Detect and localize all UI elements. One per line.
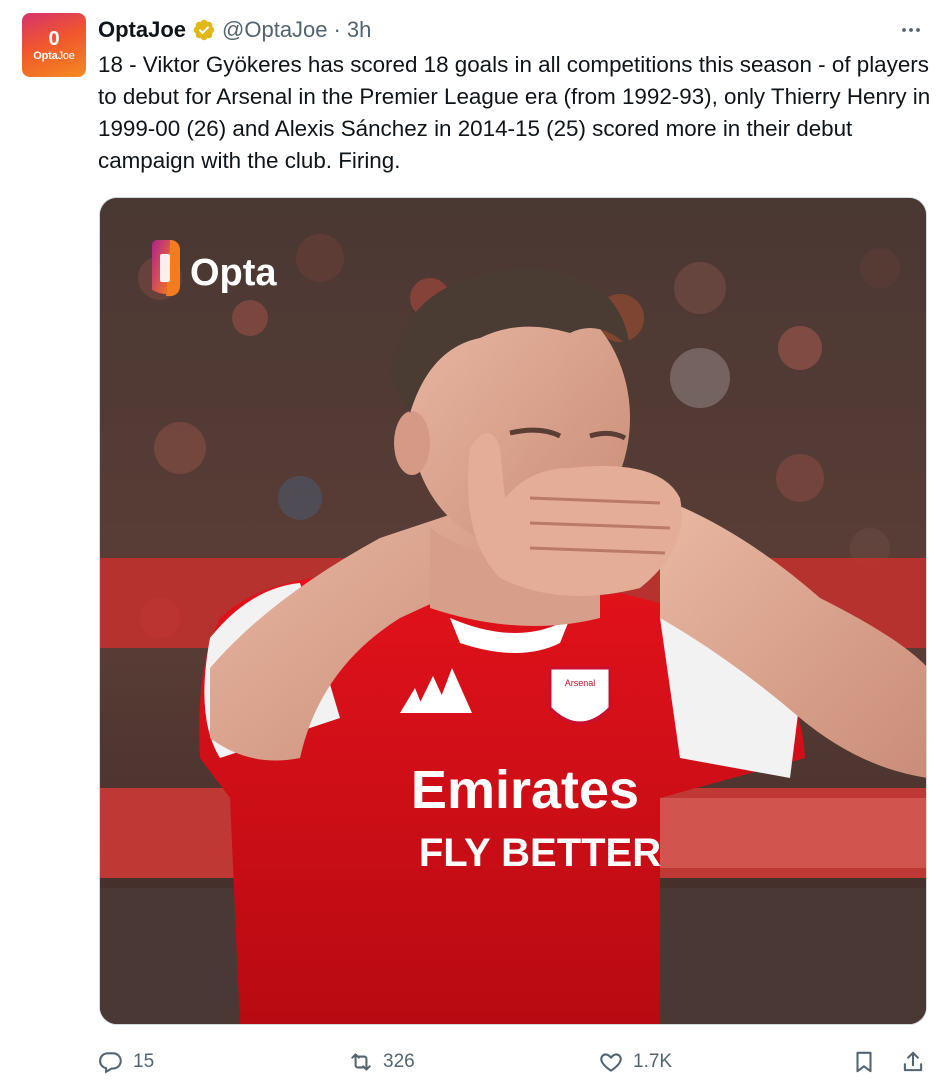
player-photo: Arsenal Emirates FLY BETTER Opta — [100, 198, 926, 1024]
tweet-text: 18 - Viktor Gyökeres has scored 18 goals… — [98, 52, 931, 173]
like-icon — [600, 1053, 622, 1072]
avatar-brand-suffix: Joe — [57, 50, 75, 62]
verified-badge-icon[interactable] — [192, 18, 216, 42]
more-icon[interactable] — [896, 15, 926, 45]
tweet-header: OptaJoe @OptaJoe · 3h — [98, 14, 371, 46]
bookmark-button[interactable] — [851, 1040, 877, 1084]
avatar-logo-mark: 0 — [48, 28, 60, 50]
share-button[interactable] — [900, 1040, 926, 1084]
tweet-media-image[interactable]: Arsenal Emirates FLY BETTER Opta — [99, 197, 927, 1025]
display-name[interactable]: OptaJoe — [98, 17, 186, 43]
tweet-card[interactable]: 0 OptaJoe OptaJoe @OptaJoe · 3h 18 - Vik… — [0, 0, 952, 1092]
like-button[interactable]: 1.7K — [598, 1040, 672, 1084]
avatar-brand-prefix: Opta — [33, 50, 58, 62]
reply-button[interactable]: 15 — [98, 1040, 154, 1084]
handle[interactable]: @OptaJoe — [222, 17, 328, 43]
share-icon — [903, 1051, 923, 1072]
bookmark-icon — [856, 1051, 872, 1073]
separator-dot: · — [333, 17, 341, 42]
crest-text: Arsenal — [565, 678, 596, 688]
retweet-count: 326 — [383, 1051, 415, 1072]
timestamp[interactable]: 3h — [347, 17, 371, 43]
arsenal-crest — [548, 666, 612, 725]
reply-count: 15 — [133, 1051, 155, 1072]
avatar[interactable]: 0 OptaJoe — [22, 13, 86, 77]
shirt-sponsor-line2: FLY BETTER — [419, 831, 661, 875]
shirt-sponsor-line1: Emirates — [411, 760, 639, 820]
tweet-actions: 15 326 1.7K — [98, 1040, 928, 1084]
opta-logo-text: Opta — [190, 252, 277, 294]
retweet-button[interactable]: 326 — [348, 1040, 415, 1084]
like-count: 1.7K — [633, 1051, 673, 1072]
retweet-icon — [351, 1053, 371, 1071]
avatar-brand-text: OptaJoe — [33, 49, 75, 63]
reply-icon — [99, 1052, 122, 1074]
